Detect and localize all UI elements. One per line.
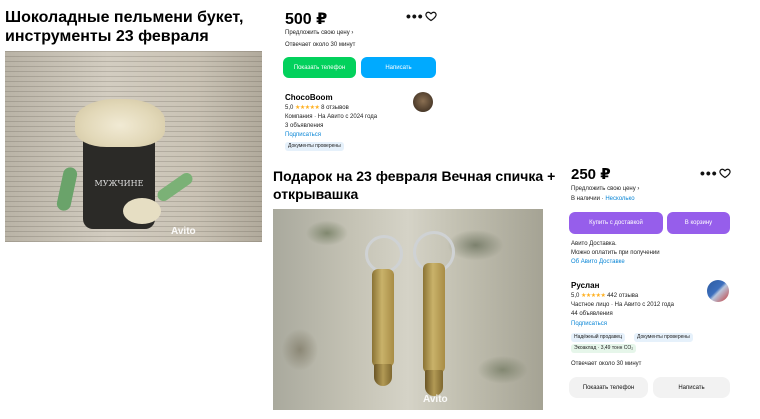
bullet-tip <box>425 370 443 396</box>
seller-rating[interactable]: 5,0 ★★★★★ 442 отзыва <box>571 292 638 300</box>
dumpling <box>123 198 161 224</box>
seller-name[interactable]: ChocoBoom <box>285 93 333 102</box>
availability-label: В наличии · <box>571 196 606 202</box>
documents-verified-badge: Документы проверены <box>634 333 693 342</box>
write-button[interactable]: Написать <box>653 377 730 398</box>
listing-title[interactable]: Шоколадные пельмени букет, инструменты 2… <box>5 8 265 46</box>
avito-delivery-link[interactable]: Об Авито Доставке <box>571 258 625 266</box>
listing-photo[interactable]: Avito <box>273 209 543 410</box>
rating-value: 5,0 <box>571 293 580 299</box>
documents-verified-badge: Документы проверены <box>285 142 344 151</box>
bullet-tip <box>374 364 392 386</box>
buy-with-delivery-button[interactable]: Купить с доставкой <box>569 212 663 234</box>
price: 500 ₽ <box>285 11 328 28</box>
cup-label: МУЖЧИНЕ <box>94 179 144 188</box>
reply-time: Отвечает около 30 минут <box>285 42 356 48</box>
avito-delivery-note: Можно оплатить при получении <box>571 250 660 256</box>
seller-ads-count[interactable]: 44 объявления <box>571 310 613 318</box>
write-button[interactable]: Написать <box>361 57 436 78</box>
availability-link[interactable]: Несколько <box>605 196 634 202</box>
price: 250 ₽ <box>571 166 611 183</box>
seller-type: Частное лицо · На Авито с 2012 года <box>571 302 674 308</box>
subscribe-link[interactable]: Подписаться <box>571 320 607 328</box>
rating-stars-icon: ★★★★★ <box>581 293 606 299</box>
heart-icon[interactable] <box>719 167 731 179</box>
seller-ads-count[interactable]: 3 объявления <box>285 122 323 130</box>
offer-price-link[interactable]: Предложить свою цену › <box>285 29 353 37</box>
avito-delivery-title: Авито Доставка. <box>571 241 617 247</box>
more-options-icon[interactable]: ••• <box>406 8 424 24</box>
camouflage-background <box>273 209 543 410</box>
rating-value: 5,0 <box>285 105 294 111</box>
add-to-cart-button[interactable]: В корзину <box>667 212 730 234</box>
listing-title[interactable]: Подарок на 23 февраля Вечная спичка + от… <box>273 167 558 203</box>
subscribe-link[interactable]: Подписаться <box>285 131 321 139</box>
seller-type: Компания · На Авито с 2024 года <box>285 114 378 120</box>
show-phone-button[interactable]: Показать телефон <box>569 377 648 398</box>
seller-avatar[interactable] <box>707 280 729 302</box>
chocolate-dumplings <box>75 99 165 147</box>
rating-stars-icon: ★★★★★ <box>295 105 320 111</box>
listing-photo[interactable]: МУЖЧИНЕ Avito <box>5 51 262 242</box>
eternal-match-bullet <box>423 263 445 373</box>
avito-watermark: Avito <box>171 226 196 237</box>
reviews-count[interactable]: 8 отзывов <box>321 105 349 111</box>
reply-time: Отвечает около 30 минут <box>571 361 642 367</box>
seller-rating[interactable]: 5,0 ★★★★★ 8 отзывов <box>285 104 349 112</box>
eco-contribution-badge: Экоаклад · 3,49 тонн CO₂ <box>571 344 637 353</box>
heart-icon[interactable] <box>425 10 437 22</box>
avito-watermark: Avito <box>423 394 448 405</box>
offer-price-link[interactable]: Предложить свою цену › <box>571 185 639 193</box>
reliable-seller-badge: Надёжный продавец <box>571 333 626 342</box>
key-ring <box>365 235 403 273</box>
bottle-opener-bullet <box>372 269 394 367</box>
show-phone-button[interactable]: Показать телефон <box>283 57 356 78</box>
seller-avatar[interactable] <box>413 92 433 112</box>
availability: В наличии · Несколько <box>571 195 635 203</box>
more-options-icon[interactable]: ••• <box>700 165 718 181</box>
seller-name[interactable]: Руслан <box>571 281 599 290</box>
reviews-count[interactable]: 442 отзыва <box>607 293 638 299</box>
